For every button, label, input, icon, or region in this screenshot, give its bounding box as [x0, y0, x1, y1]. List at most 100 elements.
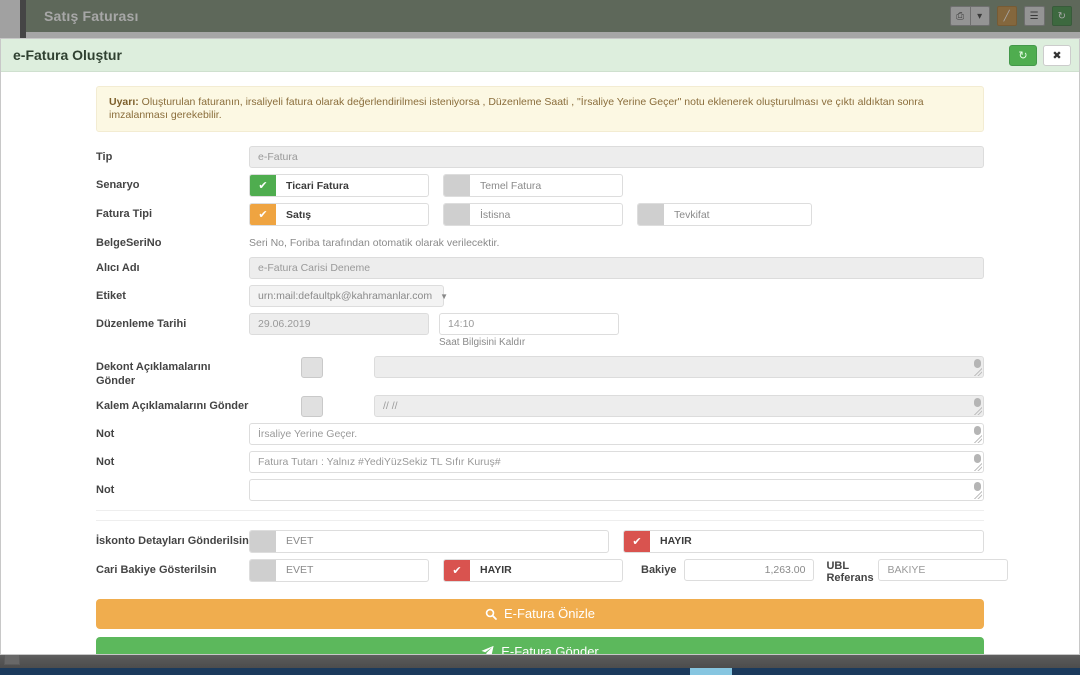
- fatura-tipi-option-label: Satış: [286, 208, 312, 221]
- label-tip: Tip: [96, 151, 113, 164]
- label-senaryo: Senaryo: [96, 179, 140, 192]
- modal-body: Uyarı: Oluşturulan faturanın, irsaliyeli…: [1, 72, 1079, 654]
- duzenleme-tarihi-time-input[interactable]: 14:10: [439, 313, 619, 335]
- clear-time-link[interactable]: Saat Bilgisini Kaldır: [439, 337, 619, 348]
- label-not-3: Not: [96, 483, 115, 496]
- row-iskonto: İskonto Detayları Gönderilsin EVET ✔ HAY…: [1, 529, 1079, 553]
- modal-header: e-Fatura Oluştur ↻ ✖: [1, 39, 1079, 72]
- row-not-1: Not İrsaliye Yerine Geçer.: [1, 422, 1079, 445]
- ubl-referans-input[interactable]: BAKIYE: [878, 558, 1009, 581]
- check-icon: ✔: [624, 530, 650, 552]
- label-alici-adi: Alıcı Adı: [96, 262, 140, 274]
- empty-check-icon: [250, 559, 276, 581]
- bakiye-input[interactable]: 1,263.00: [684, 558, 815, 581]
- iskonto-option-label: EVET: [286, 535, 314, 547]
- senaryo-option-label: Ticari Fatura: [286, 179, 349, 192]
- etiket-select-value: urn:mail:defaultpk@kahramanlar.com: [258, 290, 433, 302]
- not-2-textarea[interactable]: Fatura Tutarı : Yalnız #YediYüzSekiz TL …: [249, 450, 984, 473]
- not-1-textarea[interactable]: İrsaliye Yerine Geçer.: [249, 422, 984, 445]
- resize-handle-icon[interactable]: [974, 490, 982, 499]
- alici-adi-input[interactable]: e-Fatura Carisi Deneme: [249, 257, 984, 279]
- fatura-tipi-option-tevkifat[interactable]: Tevkifat: [637, 203, 812, 227]
- fatura-tipi-option-label: İstisna: [480, 208, 511, 221]
- row-fatura-tipi: Fatura Tipi ✔ Satış İstisna Tevkifat: [1, 203, 1079, 227]
- resize-handle-icon[interactable]: [974, 406, 982, 415]
- scrollbar-thumb[interactable]: [974, 359, 981, 368]
- cari-bakiye-option-hayir[interactable]: ✔ HAYIR: [443, 558, 623, 582]
- taskbar: [0, 668, 1080, 675]
- tip-input[interactable]: e-Fatura: [249, 146, 984, 169]
- modal-title: e-Fatura Oluştur: [13, 47, 122, 63]
- modal-refresh-button[interactable]: ↻: [1009, 44, 1037, 66]
- row-cari-bakiye: Cari Bakiye Gösterilsin EVET ✔ HAYIR Bak…: [1, 558, 1079, 585]
- iskonto-option-label: HAYIR: [660, 535, 692, 547]
- cari-bakiye-option-label: HAYIR: [480, 564, 512, 576]
- warning-banner: Uyarı: Oluşturulan faturanın, irsaliyeli…: [96, 86, 984, 133]
- label-cari-bakiye: Cari Bakiye Gösterilsin: [96, 563, 217, 576]
- senaryo-option-label: Temel Fatura: [480, 179, 542, 192]
- resize-handle-icon[interactable]: [974, 462, 982, 471]
- fatura-tipi-option-istisna[interactable]: İstisna: [443, 203, 623, 227]
- label-iskonto: İskonto Detayları Gönderilsin: [96, 534, 249, 547]
- dekont-aciklama-textarea[interactable]: [374, 356, 984, 378]
- close-icon: ✖: [1052, 49, 1062, 62]
- row-not-2: Not Fatura Tutarı : Yalnız #YediYüzSekiz…: [1, 450, 1079, 473]
- belge-seri-no-hint: Seri No, Foriba tarafından otomatik olar…: [249, 237, 500, 250]
- warning-text: Oluşturulan faturanın, irsaliyeli fatura…: [109, 96, 924, 122]
- send-efatura-label: E-Fatura Gönder: [501, 644, 599, 654]
- fatura-tipi-option-satis[interactable]: ✔ Satış: [249, 203, 429, 227]
- taskbar-active-item: [690, 668, 732, 675]
- resize-handle-icon[interactable]: [974, 434, 982, 443]
- row-tip: Tip e-Fatura: [1, 146, 1079, 169]
- divider-1: [96, 509, 984, 511]
- not-1-value: İrsaliye Yerine Geçer.: [258, 427, 358, 440]
- label-not-2: Not: [96, 455, 115, 468]
- empty-check-icon: [444, 175, 470, 197]
- cari-bakiye-option-evet[interactable]: EVET: [249, 558, 429, 582]
- duzenleme-tarihi-date-input[interactable]: 29.06.2019: [249, 313, 429, 335]
- row-dekont-aciklama: Dekont Açıklamalarını Gönder: [1, 356, 1079, 389]
- row-senaryo: Senaryo ✔ Ticari Fatura Temel Fatura: [1, 174, 1079, 198]
- modal-close-button[interactable]: ✖: [1043, 44, 1071, 66]
- label-dekont-aciklama: Dekont Açıklamalarını Gönder: [96, 361, 211, 387]
- label-fatura-tipi: Fatura Tipi: [96, 208, 153, 221]
- dekont-aciklama-checkbox[interactable]: [300, 357, 323, 378]
- check-icon: ✔: [250, 175, 276, 197]
- divider-2: [96, 519, 984, 521]
- iskonto-option-evet[interactable]: EVET: [249, 529, 609, 553]
- preview-efatura-button[interactable]: E-Fatura Önizle: [96, 598, 984, 629]
- scrollbar-thumb[interactable]: [974, 397, 981, 407]
- not-3-textarea[interactable]: [249, 478, 984, 501]
- not-2-value: Fatura Tutarı : Yalnız #YediYüzSekiz TL …: [258, 455, 501, 468]
- row-etiket: Etiket urn:mail:defaultpk@kahramanlar.co…: [1, 285, 1079, 307]
- label-duzenleme-tarihi: Düzenleme Tarihi: [96, 318, 187, 330]
- empty-check-icon: [444, 204, 470, 226]
- senaryo-option-temel-fatura[interactable]: Temel Fatura: [443, 174, 623, 198]
- check-icon: ✔: [444, 559, 470, 581]
- fatura-tipi-option-label: Tevkifat: [674, 208, 710, 221]
- refresh-icon: ↻: [1018, 49, 1028, 62]
- iskonto-option-hayir[interactable]: ✔ HAYIR: [623, 529, 984, 553]
- kalem-aciklama-checkbox[interactable]: [300, 395, 323, 417]
- preview-efatura-label: E-Fatura Önizle: [503, 606, 596, 622]
- label-etiket: Etiket: [96, 290, 126, 302]
- chevron-down-icon: ▼: [440, 291, 448, 301]
- scrollbar-thumb[interactable]: [974, 453, 981, 463]
- row-belge-seri-no: BelgeSeriNo Seri No, Foriba tarafından o…: [1, 232, 1079, 251]
- kalem-aciklama-value: // //: [383, 399, 398, 412]
- row-not-3: Not: [1, 478, 1079, 501]
- senaryo-option-ticari-fatura[interactable]: ✔ Ticari Fatura: [249, 174, 429, 198]
- row-kalem-aciklama: Kalem Açıklamalarını Gönder // //: [1, 394, 1079, 417]
- scrollbar-thumb[interactable]: [974, 481, 981, 491]
- scrollbar-thumb[interactable]: [974, 425, 981, 435]
- kalem-aciklama-textarea[interactable]: // //: [374, 394, 984, 417]
- cari-bakiye-option-label: EVET: [286, 564, 314, 576]
- warning-prefix: Uyarı:: [109, 96, 139, 108]
- resize-handle-icon[interactable]: [974, 368, 982, 376]
- label-kalem-aciklama: Kalem Açıklamalarını Gönder: [96, 399, 249, 412]
- etiket-select[interactable]: urn:mail:defaultpk@kahramanlar.com ▼: [249, 285, 448, 307]
- modal-header-actions: ↻ ✖: [1009, 44, 1071, 66]
- send-efatura-button[interactable]: E-Fatura Gönder: [96, 636, 984, 654]
- row-duzenleme-tarihi: Düzenleme Tarihi 29.06.2019 14:10 Saat B…: [1, 313, 1079, 348]
- label-belge-seri-no: BelgeSeriNo: [96, 237, 162, 250]
